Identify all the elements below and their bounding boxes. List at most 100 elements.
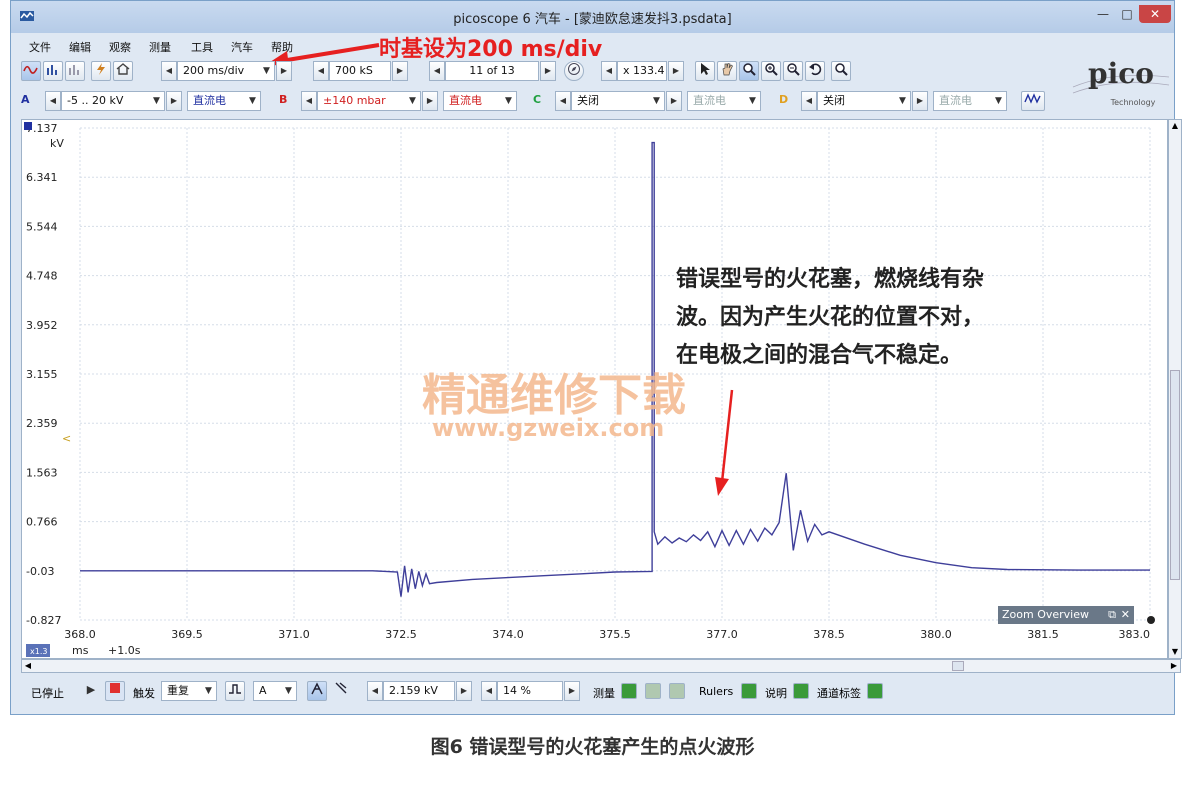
pretrigger-value: 14 % bbox=[503, 684, 531, 697]
zoom-next-button[interactable]: ▶ bbox=[668, 61, 684, 81]
pretrigger-prev-button[interactable]: ◀ bbox=[481, 681, 497, 701]
scope-mode-icon[interactable] bbox=[21, 61, 41, 81]
channel-a-prev-button[interactable]: ◀ bbox=[45, 91, 61, 111]
trigger-level-next-button[interactable]: ▶ bbox=[456, 681, 472, 701]
channel-b-range-select[interactable]: ±140 mbar bbox=[317, 91, 421, 111]
zoom-field[interactable]: x 133.4 bbox=[617, 61, 667, 81]
channel-a-coupling: 直流电 bbox=[193, 94, 226, 107]
rulers-button[interactable] bbox=[741, 683, 757, 699]
samples-prev-button[interactable]: ◀ bbox=[313, 61, 329, 81]
trigger-channel-value: A bbox=[259, 684, 267, 697]
timebase-select[interactable]: 200 ms/div bbox=[177, 61, 275, 81]
vertical-scroll-thumb[interactable] bbox=[1170, 370, 1180, 580]
y-tick-label: 1.563 bbox=[26, 466, 58, 479]
restore-icon[interactable]: ⧉ bbox=[1108, 606, 1116, 624]
rising-edge-icon[interactable] bbox=[307, 681, 327, 701]
minimize-button[interactable]: — bbox=[1091, 5, 1115, 23]
close-icon[interactable]: ✕ bbox=[1121, 606, 1130, 624]
channel-d-next-button[interactable]: ▶ bbox=[912, 91, 928, 111]
notes-button[interactable] bbox=[793, 683, 809, 699]
pico-logo-text: pico bbox=[1088, 57, 1154, 90]
persistence-mode-icon[interactable] bbox=[65, 61, 85, 81]
x-zoom-badge: x1.3 bbox=[30, 647, 47, 656]
channel-c-prev-button[interactable]: ◀ bbox=[555, 91, 571, 111]
y-tick-label: 4.748 bbox=[26, 270, 58, 283]
window-title: picoscope 6 汽车 - [蒙迪欧怠速发抖3.psdata] bbox=[453, 12, 732, 27]
x-tick-label: 383.0 bbox=[1119, 628, 1151, 641]
zoom-fit-icon[interactable] bbox=[831, 61, 851, 81]
scroll-right-icon[interactable]: ▶ bbox=[1168, 660, 1180, 672]
menu-measure[interactable]: 测量 bbox=[149, 39, 171, 55]
scroll-down-icon[interactable]: ▼ bbox=[1169, 646, 1181, 658]
buffer-field[interactable]: 11 of 13 bbox=[445, 61, 539, 81]
home-icon[interactable] bbox=[113, 61, 133, 81]
compass-icon[interactable] bbox=[564, 61, 584, 81]
trigger-level-prev-button[interactable]: ◀ bbox=[367, 681, 383, 701]
edit-measure-icon[interactable] bbox=[645, 683, 661, 699]
signal-generator-icon[interactable] bbox=[91, 61, 111, 81]
waveform-chart[interactable]: 7.1376.3415.5444.7483.9523.1552.3591.563… bbox=[22, 120, 1167, 658]
timebase-next-button[interactable]: ▶ bbox=[276, 61, 292, 81]
falling-edge-icon[interactable] bbox=[331, 681, 351, 701]
channel-a-next-button[interactable]: ▶ bbox=[166, 91, 182, 111]
stop-button[interactable] bbox=[105, 681, 125, 701]
channel-d-range-select[interactable]: 关闭 bbox=[817, 91, 911, 111]
undo-zoom-icon[interactable] bbox=[805, 61, 825, 81]
trigger-level-value: 2.159 kV bbox=[389, 684, 438, 697]
delete-measure-icon[interactable] bbox=[669, 683, 685, 699]
menu-file[interactable]: 文件 bbox=[29, 39, 51, 55]
buffer-prev-button[interactable]: ◀ bbox=[429, 61, 445, 81]
channel-c-coupling: 直流电 bbox=[693, 94, 726, 107]
hand-pan-icon[interactable] bbox=[717, 61, 737, 81]
chevron-down-icon: ▼ bbox=[653, 96, 660, 106]
samples-field[interactable]: 700 kS bbox=[329, 61, 391, 81]
channel-b-next-button[interactable]: ▶ bbox=[422, 91, 438, 111]
scope-view[interactable]: 7.137 6.341 5.544 4.748 3.952 3.155 2.359 1.563… bbox=[21, 119, 1168, 659]
add-measure-icon[interactable] bbox=[621, 683, 637, 699]
channel-a-range-select[interactable]: -5 .. 20 kV bbox=[61, 91, 165, 111]
buffer-next-button[interactable]: ▶ bbox=[540, 61, 556, 81]
scope-wave-icon bbox=[23, 65, 38, 74]
zoom-in-icon[interactable] bbox=[761, 61, 781, 81]
menu-tools[interactable]: 工具 bbox=[191, 39, 213, 55]
zoom-overview-panel[interactable]: Zoom Overview ⧉ ✕ bbox=[998, 606, 1134, 624]
horizontal-scrollbar[interactable]: ◀ ▶ bbox=[21, 659, 1181, 673]
channel-labels-button[interactable] bbox=[867, 683, 883, 699]
pretrigger-next-button[interactable]: ▶ bbox=[564, 681, 580, 701]
channel-b-prev-button[interactable]: ◀ bbox=[301, 91, 317, 111]
x-tick-label: 375.5 bbox=[599, 628, 631, 641]
y-tick-label: 0.766 bbox=[26, 516, 58, 529]
x-tick-label: 374.0 bbox=[492, 628, 524, 641]
pointer-icon[interactable] bbox=[695, 61, 715, 81]
menu-view[interactable]: 观察 bbox=[109, 39, 131, 55]
chevron-down-icon: ▼ bbox=[249, 96, 256, 106]
y-tick-label: 5.544 bbox=[26, 220, 58, 233]
maximize-button[interactable]: □ bbox=[1115, 5, 1139, 23]
horizontal-scroll-thumb[interactable] bbox=[952, 661, 964, 671]
zoom-prev-button[interactable]: ◀ bbox=[601, 61, 617, 81]
channel-d-prev-button[interactable]: ◀ bbox=[801, 91, 817, 111]
vertical-scrollbar[interactable]: ▲ ▼ bbox=[1168, 119, 1182, 659]
scroll-left-icon[interactable]: ◀ bbox=[22, 660, 34, 672]
note-line-3: 在电极之间的混合气不稳定。 bbox=[676, 342, 962, 368]
scroll-up-icon[interactable]: ▲ bbox=[1169, 120, 1181, 132]
figure-caption: 图6 错误型号的火花塞产生的点火波形 bbox=[430, 736, 755, 758]
advanced-trigger-icon[interactable] bbox=[225, 681, 245, 701]
math-channel-icon[interactable] bbox=[1021, 91, 1045, 111]
zoom-region-icon[interactable] bbox=[739, 61, 759, 81]
zoom-out-icon[interactable] bbox=[783, 61, 803, 81]
pretrigger-field[interactable]: 14 % bbox=[497, 681, 563, 701]
run-icon[interactable]: ▶ bbox=[81, 681, 101, 701]
timebase-prev-button[interactable]: ◀ bbox=[161, 61, 177, 81]
zoom-value: x 133.4 bbox=[623, 64, 665, 77]
menu-bar: 文件 编辑 观察 测量 工具 汽车 帮助 时基设为200 ms/div bbox=[11, 35, 1174, 62]
close-button[interactable]: ✕ bbox=[1139, 5, 1171, 23]
menu-automotive[interactable]: 汽车 bbox=[231, 39, 253, 55]
channel-c-range-select[interactable]: 关闭 bbox=[571, 91, 665, 111]
spectrum-mode-icon[interactable] bbox=[43, 61, 63, 81]
menu-edit[interactable]: 编辑 bbox=[69, 39, 91, 55]
trigger-level-field[interactable]: 2.159 kV bbox=[383, 681, 455, 701]
channel-c-next-button[interactable]: ▶ bbox=[666, 91, 682, 111]
note-arrow-line bbox=[720, 389, 734, 483]
samples-next-button[interactable]: ▶ bbox=[392, 61, 408, 81]
